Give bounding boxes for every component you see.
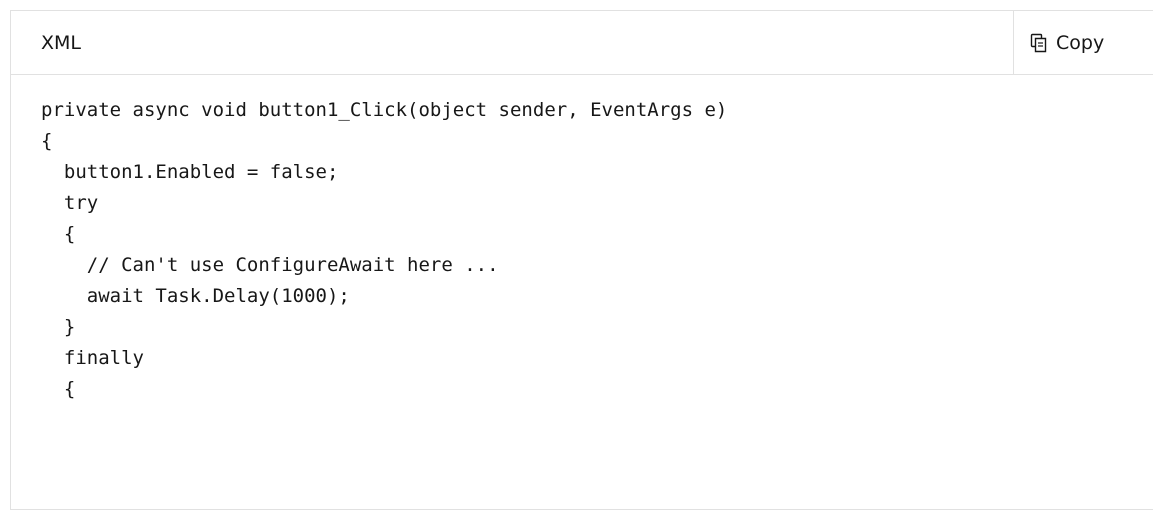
code-line: } (41, 316, 76, 338)
copy-label: Copy (1056, 31, 1105, 54)
code-line: { (41, 223, 76, 245)
code-line: { (41, 130, 53, 152)
code-line: button1.Enabled = false; (41, 161, 339, 183)
code-line: try (41, 192, 99, 214)
code-header: XML Copy (11, 11, 1153, 75)
copy-icon (1030, 33, 1048, 53)
code-block: XML Copy private async void button1_Clic… (10, 10, 1153, 510)
code-line: { (41, 378, 76, 400)
copy-button[interactable]: Copy (1013, 11, 1153, 74)
code-line: private async void button1_Click(object … (41, 99, 728, 121)
code-line: await Task.Delay(1000); (41, 285, 350, 307)
code-line: finally (41, 347, 144, 369)
code-body: private async void button1_Click(object … (11, 75, 1153, 509)
code-line: // Can't use ConfigureAwait here ... (41, 254, 499, 276)
language-label: XML (41, 32, 81, 54)
